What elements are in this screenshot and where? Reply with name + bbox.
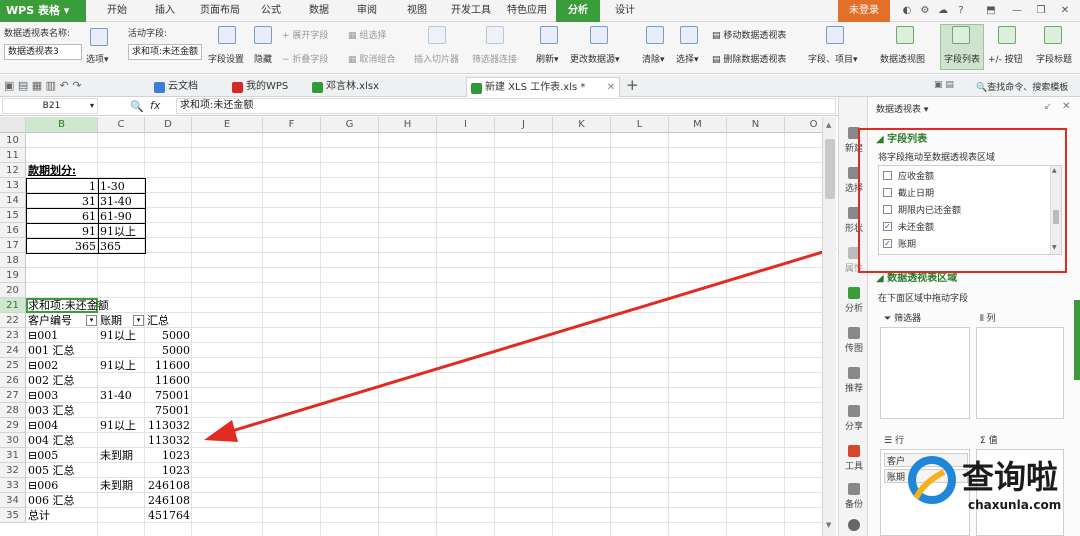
sigma-icon: Σ [980, 436, 986, 446]
watermark: 查询啦 chaxunla.com [902, 448, 1080, 536]
columns-icon: ⫴ [980, 314, 984, 324]
side-tool-upload[interactable]: 传图 [839, 327, 869, 354]
analyze-icon [848, 287, 860, 299]
pane-pin-icon[interactable]: ↙ [1044, 102, 1052, 112]
side-tool-analyze[interactable]: 分析 [839, 287, 869, 314]
watermark-text: 查询啦 [962, 458, 1059, 496]
side-tool-share[interactable]: 分享 [839, 405, 869, 432]
scroll-thumb[interactable] [825, 139, 835, 199]
help-circle-icon[interactable] [839, 519, 869, 533]
column-drop-area[interactable] [976, 327, 1064, 419]
toolbox-icon [848, 445, 860, 457]
side-tool-recommend[interactable]: 推荐 [839, 367, 869, 394]
recommend-icon [848, 367, 860, 379]
filter-icon: ⏷ [884, 314, 892, 324]
side-tool-backup[interactable]: 备份 [839, 483, 869, 510]
upload-image-icon [848, 327, 860, 339]
watermark-url: chaxunla.com [968, 498, 1062, 512]
side-tool-tools[interactable]: 工具 [839, 445, 869, 472]
share-icon [848, 405, 860, 417]
annotation-highlight-box [858, 128, 1067, 273]
pane-title[interactable]: 数据透视表 ▾ [876, 102, 928, 115]
column-area-label: ⫴ 列 [980, 314, 996, 324]
row-area-label: ☰ 行 [884, 436, 904, 446]
pane-close-icon[interactable]: ✕ [1062, 101, 1070, 112]
watermark-logo-icon [908, 456, 956, 504]
filter-area-label: ⏷ 筛选器 [884, 314, 922, 324]
areas-hint: 在下面区域中拖动字段 [878, 294, 969, 304]
rows-icon: ☰ [884, 436, 893, 446]
filter-drop-area[interactable] [880, 327, 970, 419]
backup-icon [848, 483, 860, 495]
scroll-up-icon[interactable]: ▲ [826, 121, 831, 129]
value-area-label: Σ 值 [980, 436, 998, 446]
pane-collapse-handle[interactable] [1074, 300, 1080, 380]
scroll-down-icon[interactable]: ▼ [826, 521, 831, 529]
vertical-scrollbar[interactable]: ▲ ▼ [822, 117, 836, 536]
